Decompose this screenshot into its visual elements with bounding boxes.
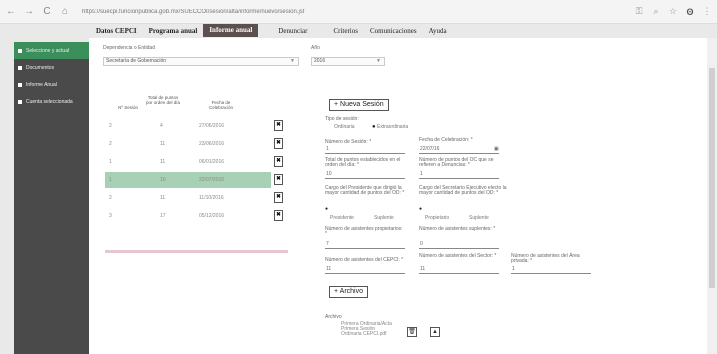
menu-denunciar[interactable]: Denunciar [272,27,313,35]
bullet-icon [18,82,22,87]
table-row[interactable]: 3 17 05/12/2016 ✖ [105,208,283,224]
delete-icon[interactable]: ✖ [274,210,283,221]
bullet-icon [18,65,22,70]
private-field[interactable]: 1 [511,266,591,274]
cepci-label: Número de asistentes del CEPCI: * [325,257,404,263]
session-type-label: Tipo de sesión: [325,116,359,122]
radio-extraordinaria[interactable]: ● Extraordinaria [372,124,408,130]
upload-icon[interactable]: ▲ [430,327,440,337]
president-label: Cargo del Presidente que dirigió la mayo… [325,185,405,196]
guests-label: Número de asistentes del Sector: * [419,253,497,259]
address-bar[interactable]: https://suecpi.funcionpublica.gob.mx/SUE… [82,9,632,15]
sidebar-item-informe[interactable]: Informe Anual [14,76,89,93]
menu-comunicaciones[interactable]: Comunicaciones [364,27,423,35]
forward-icon[interactable]: → [22,6,36,17]
trash-icon[interactable]: 🗑 [407,327,417,337]
file-name[interactable]: Primera Ordinaria/Acta Primera Sesión Or… [341,322,397,337]
menu-ayuda[interactable]: Ayuda [423,27,453,35]
members-sup-label: Número de asistentes suplentes: * [419,226,496,232]
members-prop-label: Número de asistentes propietarios: * [325,226,403,237]
guests-field[interactable]: 11 [419,266,499,274]
table-row[interactable]: 1 11 06/01/2016 ✖ [105,154,283,170]
archives-label: Archivo [325,314,342,320]
delete-icon[interactable]: ✖ [274,174,283,185]
private-label: Número de asistentes del Área privada: * [511,253,580,264]
cc-points-field[interactable]: 1 [419,171,499,179]
browser-toolbar: ← → C ⌂ https://suecpi.funcionpublica.go… [0,0,717,24]
delete-icon[interactable]: ✖ [274,138,283,149]
bullet-icon [18,48,22,53]
sidebar: Seleccione y actual Documentos Informe A… [14,42,89,354]
year-label: Año [311,45,320,51]
session-number-field[interactable]: 1 [325,146,405,154]
secretary-label: Cargo del Secretario Ejecutivo electo la… [419,185,507,196]
page-scrollbar[interactable] [707,38,717,354]
add-archive-button[interactable]: + Archivo [329,286,368,298]
table-row-selected[interactable]: 1 10 22/07/2016 ✖ [105,172,283,188]
menu-programa-anual[interactable]: Programa anual [143,27,204,35]
table-row[interactable]: 2 11 11/10/2016 ✖ [105,190,283,206]
delete-icon[interactable]: ✖ [274,156,283,167]
home-icon[interactable]: ⌂ [58,6,72,17]
table-row[interactable]: 2 11 23/06/2016 ✖ [105,136,283,152]
members-prop-field[interactable]: 7 [325,241,405,249]
scrollbar-thumb[interactable] [709,68,715,288]
bullet-icon [18,99,22,104]
main-content: Dependencia o Entidad Secretaría de Gobe… [89,38,707,354]
radio-ordinaria[interactable]: Ordinaria [334,124,355,130]
reload-icon[interactable]: C [40,6,54,17]
table-row[interactable]: 2 4 27/06/2016 ✖ [105,118,283,134]
menu-icon[interactable]: ⋮ [700,6,714,17]
cc-points-label: Número de puntos del OC que se refieren … [419,157,494,168]
chevron-down-icon: ▼ [376,58,381,64]
date-label: Fecha de Celebración: * [419,137,473,143]
sidebar-item-documentos[interactable]: Documentos [14,59,89,76]
table-horizontal-scrollbar[interactable] [105,250,288,253]
radio-presidente[interactable]: Presidente [330,215,354,221]
main-menu: Datos CEPCI Programa anual Informe anual… [90,24,707,37]
cepci-field[interactable]: 11 [325,266,405,274]
menu-criterios[interactable]: Criterios [327,27,364,35]
profile-icon[interactable]: ʘ [683,7,697,17]
menu-datos-cepci[interactable]: Datos CEPCI [90,27,143,35]
back-icon[interactable]: ← [4,6,18,17]
sidebar-item-cuenta[interactable]: Cuenta seleccionada [14,93,89,110]
radio-selected-icon: ● [372,124,376,130]
year-select[interactable]: 2016 ▼ [311,57,385,66]
menu-informe-anual[interactable]: Informe anual [203,24,259,37]
total-points-label: Total de puntos establecidos en el orden… [325,157,401,168]
secretary-radio-bullet-icon: ● [419,206,423,212]
chevron-down-icon: ▼ [290,58,295,64]
session-number-label: Número de Sesión: * [325,139,372,145]
date-field[interactable]: 22/07/16 [419,146,499,154]
sidebar-item-seleccione[interactable]: Seleccione y actual [14,42,89,59]
radio-secretary-suplente[interactable]: Suplente [469,215,489,221]
star-icon[interactable]: ☆ [666,6,680,17]
president-radio-bullet-icon: ● [325,206,329,212]
radio-propietario[interactable]: Propietario [425,215,449,221]
zoom-icon[interactable]: ⌕ [649,6,663,17]
radio-president-suplente[interactable]: Suplente [374,215,394,221]
members-sup-field[interactable]: 0 [419,241,499,249]
col-header-points: Total de puntos por orden del día [145,95,181,105]
dependency-select[interactable]: Secretaría de Gobernación ▼ [103,57,299,66]
new-session-button[interactable]: + Nueva Sesión [329,99,389,111]
dependency-label: Dependencia o Entidad [103,45,155,51]
col-header-session: Nº Sesión [118,105,138,110]
total-points-field[interactable]: 10 [325,171,405,179]
calendar-icon[interactable]: ▣ [494,146,499,152]
col-header-date: Fecha de Celebración [208,100,233,110]
delete-icon[interactable]: ✖ [274,192,283,203]
delete-icon[interactable]: ✖ [274,120,283,131]
key-icon[interactable]: ⚿ [632,6,646,17]
